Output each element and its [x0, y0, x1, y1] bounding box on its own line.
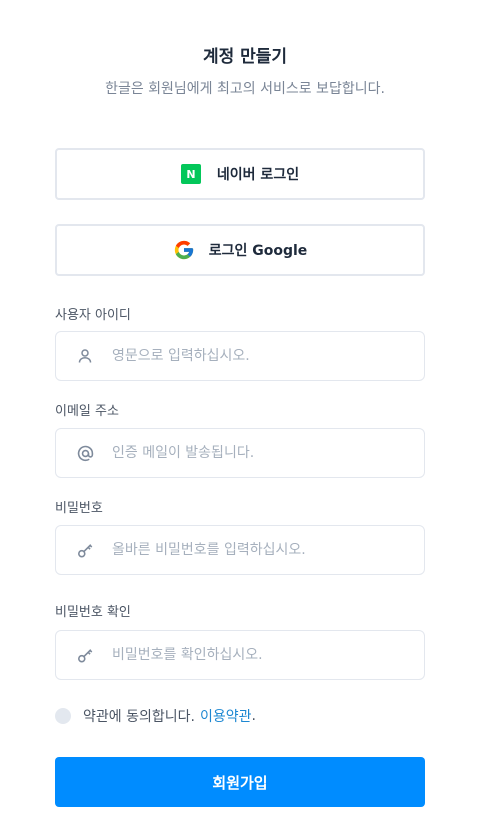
username-input[interactable]	[112, 348, 412, 364]
at-icon	[76, 444, 94, 462]
key-icon	[76, 541, 94, 559]
naver-login-button[interactable]: N 네이버 로그인	[55, 148, 425, 200]
username-label: 사용자 아이디	[55, 308, 131, 323]
naver-icon: N	[180, 164, 201, 184]
naver-login-label: 네이버 로그인	[216, 167, 300, 183]
terms-link[interactable]: 이용약관	[200, 706, 252, 726]
google-login-button[interactable]: 로그인 Google	[55, 224, 425, 276]
page-subtitle: 한글은 회원님에게 최고의 서비스로 보답합니다.	[105, 81, 385, 97]
email-input[interactable]	[112, 445, 412, 461]
password-confirm-label: 비밀번호 확인	[55, 605, 131, 620]
terms-agreement: 약관에 동의합니다. 이용약관 .	[55, 706, 256, 726]
username-field-wrapper	[55, 331, 425, 381]
user-icon	[76, 347, 94, 365]
password-field-wrapper	[55, 525, 425, 575]
google-login-label: 로그인 Google	[208, 243, 308, 259]
signup-button[interactable]: 회원가입	[55, 757, 425, 807]
password-input[interactable]	[112, 542, 412, 558]
google-icon	[173, 239, 195, 261]
page-title: 계정 만들기	[202, 47, 288, 67]
terms-agreement-text: 약관에 동의합니다.	[83, 709, 195, 725]
password-confirm-field-wrapper	[55, 630, 425, 680]
email-field-wrapper	[55, 428, 425, 478]
key-icon	[76, 646, 94, 664]
password-confirm-input[interactable]	[112, 647, 412, 663]
terms-checkbox[interactable]	[55, 708, 71, 724]
password-label: 비밀번호	[55, 501, 103, 516]
email-label: 이메일 주소	[55, 404, 119, 419]
terms-period: .	[251, 708, 256, 724]
